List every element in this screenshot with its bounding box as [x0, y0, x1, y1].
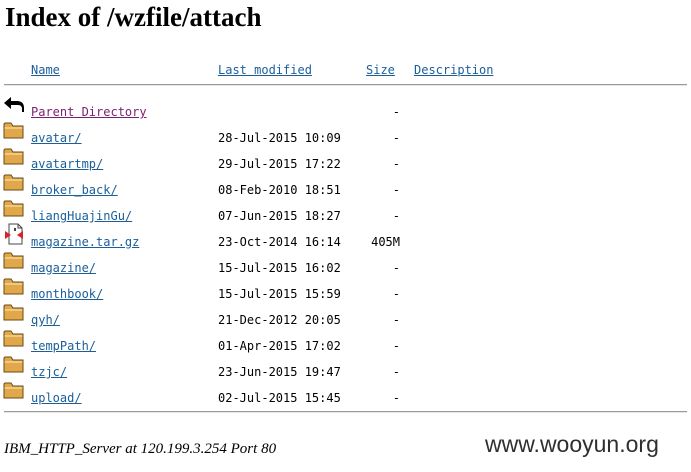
entry-size: - — [392, 365, 400, 379]
entry-name-link[interactable]: tempPath/ — [31, 336, 96, 356]
listing-row: qyh/ 21-Dec-2012 20:05 - — [0, 304, 691, 330]
listing-row: avatartmp/ 29-Jul-2015 17:22 - — [0, 148, 691, 174]
entry-name-link[interactable]: broker_back/ — [31, 180, 118, 200]
sort-by-last-modified-link[interactable]: Last modified — [218, 60, 312, 80]
folder-icon — [3, 330, 24, 347]
folder-icon — [3, 304, 24, 321]
folder-icon — [3, 200, 24, 217]
entry-last-modified: 23-Oct-2014 16:14 — [218, 235, 341, 249]
listing-row: upload/ 02-Jul-2015 15:45 - — [0, 382, 691, 408]
listing-row: magazine/ 15-Jul-2015 16:02 - — [0, 252, 691, 278]
entry-last-modified: 23-Jun-2015 19:47 — [218, 365, 341, 379]
entry-name-link[interactable]: magazine.tar.gz — [31, 232, 139, 252]
watermark: www.wooyun.org — [485, 431, 659, 457]
listing-row: avatar/ 28-Jul-2015 10:09 - — [0, 122, 691, 148]
entry-size: - — [392, 313, 400, 327]
entry-size: - — [392, 209, 400, 223]
folder-icon — [3, 278, 24, 295]
sort-by-description-link[interactable]: Description — [414, 60, 493, 80]
entry-size: - — [392, 339, 400, 353]
entry-last-modified: 28-Jul-2015 10:09 — [218, 131, 341, 145]
entry-size: 405M — [371, 235, 400, 249]
entry-last-modified: 29-Jul-2015 17:22 — [218, 157, 341, 171]
parent-directory-row: Parent Directory - — [0, 97, 691, 122]
entry-name-link[interactable]: liangHuajinGu/ — [31, 206, 132, 226]
listing-row: tzjc/ 23-Jun-2015 19:47 - — [0, 356, 691, 382]
compressed-file-icon — [5, 223, 23, 245]
folder-icon — [3, 356, 24, 373]
header-divider — [4, 84, 687, 86]
column-header-row: Name Last modified Size Description — [0, 60, 691, 80]
back-arrow-icon — [4, 97, 24, 112]
entry-name-link[interactable]: avatar/ — [31, 128, 82, 148]
footer-divider — [4, 411, 687, 413]
entry-last-modified: 01-Apr-2015 17:02 — [218, 339, 341, 353]
entry-last-modified: 15-Jul-2015 15:59 — [218, 287, 341, 301]
entry-size: - — [392, 131, 400, 145]
entry-name-link[interactable]: magazine/ — [31, 258, 96, 278]
entry-last-modified: 08-Feb-2010 18:51 — [218, 183, 341, 197]
entry-size: - — [392, 157, 400, 171]
entry-last-modified: 15-Jul-2015 16:02 — [218, 261, 341, 275]
entry-name-link[interactable]: upload/ — [31, 388, 82, 408]
listing-row: liangHuajinGu/ 07-Jun-2015 18:27 - — [0, 200, 691, 226]
listing-row: tempPath/ 01-Apr-2015 17:02 - — [0, 330, 691, 356]
entry-last-modified: 07-Jun-2015 18:27 — [218, 209, 341, 223]
entry-last-modified: 02-Jul-2015 15:45 — [218, 391, 341, 405]
sort-by-name-link[interactable]: Name — [31, 60, 60, 80]
server-signature: IBM_HTTP_Server at 120.199.3.254 Port 80 — [4, 441, 277, 457]
entry-size: - — [392, 391, 400, 405]
entry-last-modified: 21-Dec-2012 20:05 — [218, 313, 341, 327]
sort-by-size-link[interactable]: Size — [366, 60, 395, 80]
listing-row: magazine.tar.gz 23-Oct-2014 16:14 405M — [0, 223, 691, 252]
folder-icon — [3, 174, 24, 191]
listing-row: monthbook/ 15-Jul-2015 15:59 - — [0, 278, 691, 304]
entry-size: - — [392, 287, 400, 301]
entry-name-link[interactable]: avatartmp/ — [31, 154, 103, 174]
parent-size: - — [392, 105, 400, 119]
folder-icon — [3, 252, 24, 269]
folder-icon — [3, 148, 24, 165]
entry-name-link[interactable]: tzjc/ — [31, 362, 67, 382]
entry-name-link[interactable]: qyh/ — [31, 310, 60, 330]
listing-row: broker_back/ 08-Feb-2010 18:51 - — [0, 174, 691, 200]
entry-name-link[interactable]: monthbook/ — [31, 284, 103, 304]
directory-listing: Name Last modified Size Description Pare… — [0, 0, 691, 472]
folder-icon — [3, 122, 24, 139]
folder-icon — [3, 382, 24, 399]
entry-size: - — [392, 183, 400, 197]
parent-directory-link[interactable]: Parent Directory — [31, 102, 147, 122]
entry-size: - — [392, 261, 400, 275]
